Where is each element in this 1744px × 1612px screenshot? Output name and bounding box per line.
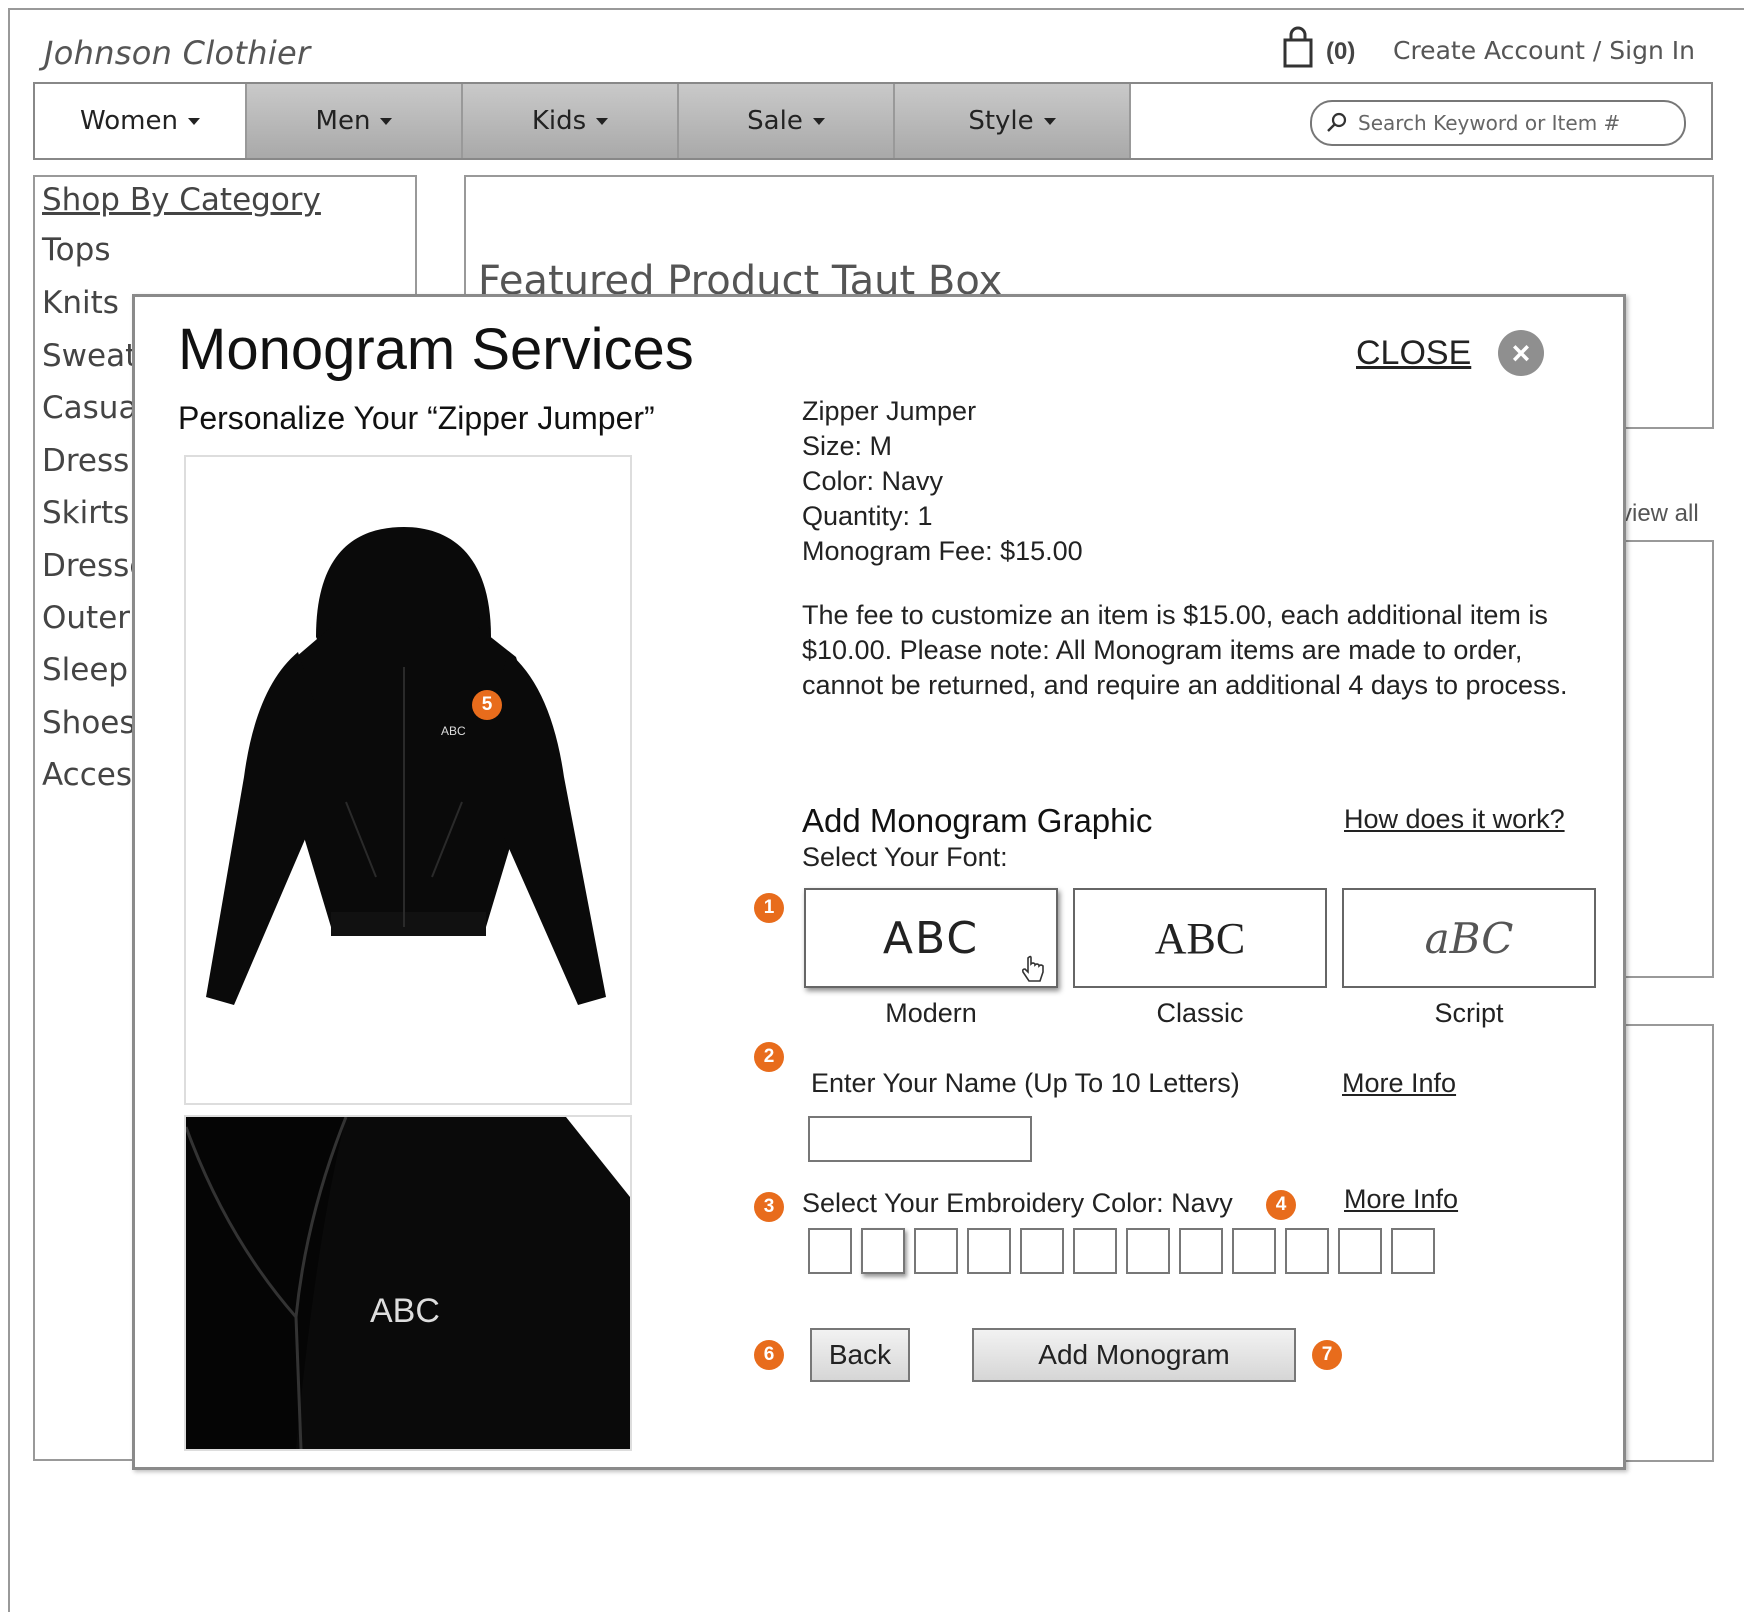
more-info-link[interactable]: More Info: [1344, 1184, 1458, 1215]
nav-style[interactable]: Style: [895, 84, 1131, 158]
nav-style-label: Style: [968, 106, 1034, 136]
sidebar-item[interactable]: Tops: [42, 232, 110, 268]
hoodie-image: ABC: [206, 527, 606, 1005]
badge-5: 5: [472, 690, 502, 720]
nav-kids[interactable]: Kids: [463, 84, 679, 158]
content-box: [1620, 1024, 1714, 1462]
close-icon[interactable]: ×: [1498, 330, 1544, 376]
product-color: Color: Navy: [802, 466, 944, 496]
add-monogram-button[interactable]: Add Monogram: [972, 1328, 1296, 1382]
cart-count[interactable]: (0): [1326, 38, 1355, 66]
sidebar-item[interactable]: Knits: [42, 285, 119, 321]
nav-sale[interactable]: Sale: [679, 84, 895, 158]
nav-kids-label: Kids: [531, 106, 587, 136]
search-icon: [1327, 112, 1347, 132]
search-box: [1310, 100, 1686, 146]
nav-sale-label: Sale: [747, 106, 803, 136]
color-swatch[interactable]: [1073, 1228, 1117, 1274]
font-label-classic: Classic: [1156, 998, 1244, 1028]
search-input[interactable]: [1356, 110, 1680, 136]
hand-cursor-icon: [1021, 955, 1044, 982]
badge-3: 3: [754, 1192, 784, 1222]
product-size: Size: M: [802, 431, 893, 461]
sidebar-item[interactable]: Dress: [42, 443, 129, 479]
more-info-link[interactable]: More Info: [1342, 1068, 1456, 1099]
font-sample-script: aBC: [1424, 913, 1514, 963]
name-input[interactable]: [808, 1116, 1032, 1162]
sidebar-item[interactable]: Skirts: [42, 495, 129, 531]
sidebar-item[interactable]: Sweat: [42, 338, 137, 374]
hoodie-detail-image: ABC: [186, 1117, 630, 1449]
color-swatch[interactable]: [1020, 1228, 1064, 1274]
color-swatches: [808, 1228, 1435, 1274]
product-image: ABC: [184, 455, 632, 1105]
chevron-down-icon: [1043, 117, 1056, 125]
badge-1: 1: [754, 893, 784, 923]
shopping-bag-icon[interactable]: [1278, 26, 1318, 68]
monogram-preview-text: ABC: [441, 724, 466, 738]
select-font-label: Select Your Font:: [802, 842, 1008, 872]
monogram-fee: Monogram Fee: $15.00: [802, 536, 1083, 566]
close-link[interactable]: CLOSE: [1356, 334, 1471, 373]
chevron-down-icon: [187, 117, 200, 125]
fee-description: The fee to customize an item is $15.00, …: [802, 600, 1568, 700]
add-graphic-heading: Add Monogram Graphic: [802, 802, 1153, 839]
sidebar-title[interactable]: Shop By Category: [42, 182, 321, 218]
font-sample-classic: ABC: [1154, 913, 1246, 963]
badge-7: 7: [1312, 1340, 1342, 1370]
content-box: [1620, 540, 1714, 978]
badge-6: 6: [754, 1340, 784, 1370]
enter-name-label: Enter Your Name (Up To 10 Letters): [811, 1068, 1240, 1098]
sidebar-item[interactable]: Outer: [42, 600, 130, 636]
badge-2: 2: [754, 1042, 784, 1072]
chevron-down-icon: [596, 117, 609, 125]
color-swatch-selected[interactable]: [861, 1228, 905, 1274]
product-quantity: Quantity: 1: [802, 501, 933, 531]
detail-image: ABC: [184, 1115, 632, 1451]
font-option-classic[interactable]: ABC: [1073, 888, 1327, 988]
font-label-modern: Modern: [885, 998, 977, 1028]
color-swatch[interactable]: [914, 1228, 958, 1274]
sidebar-item[interactable]: Shoes: [42, 705, 136, 741]
color-swatch[interactable]: [967, 1228, 1011, 1274]
embroidery-color-label: Select Your Embroidery Color: Navy: [802, 1188, 1233, 1218]
view-all-link[interactable]: view all: [1620, 500, 1699, 528]
nav-women[interactable]: Women: [35, 84, 247, 158]
color-swatch[interactable]: [1232, 1228, 1276, 1274]
color-swatch[interactable]: [1338, 1228, 1382, 1274]
color-swatch[interactable]: [1126, 1228, 1170, 1274]
nav-men-label: Men: [315, 106, 371, 136]
color-swatch[interactable]: [808, 1228, 852, 1274]
sidebar-item[interactable]: Casua: [42, 390, 137, 426]
font-sample-modern: ABC: [882, 912, 980, 964]
chevron-down-icon: [812, 117, 825, 125]
color-swatch[interactable]: [1179, 1228, 1223, 1274]
color-swatch[interactable]: [1285, 1228, 1329, 1274]
detail-monogram-text: ABC: [370, 1292, 440, 1330]
modal-title: Monogram Services: [178, 317, 694, 382]
sidebar-item[interactable]: Acces: [42, 757, 132, 793]
font-label-script: Script: [1434, 998, 1504, 1028]
badge-4: 4: [1266, 1190, 1296, 1220]
chevron-down-icon: [380, 117, 393, 125]
nav-men[interactable]: Men: [247, 84, 463, 158]
product-name: Zipper Jumper: [802, 396, 977, 426]
nav-women-label: Women: [80, 106, 178, 136]
font-option-script[interactable]: aBC: [1342, 888, 1596, 988]
brand-logo[interactable]: Johnson Clothier: [44, 34, 310, 72]
how-does-it-work-link[interactable]: How does it work?: [1344, 804, 1565, 835]
sidebar-item[interactable]: Sleep: [42, 652, 128, 688]
back-button[interactable]: Back: [810, 1328, 910, 1382]
color-swatch[interactable]: [1391, 1228, 1435, 1274]
personalize-heading: Personalize Your “Zipper Jumper”: [178, 400, 655, 436]
create-account-link[interactable]: Create Account / Sign In: [1393, 36, 1695, 65]
